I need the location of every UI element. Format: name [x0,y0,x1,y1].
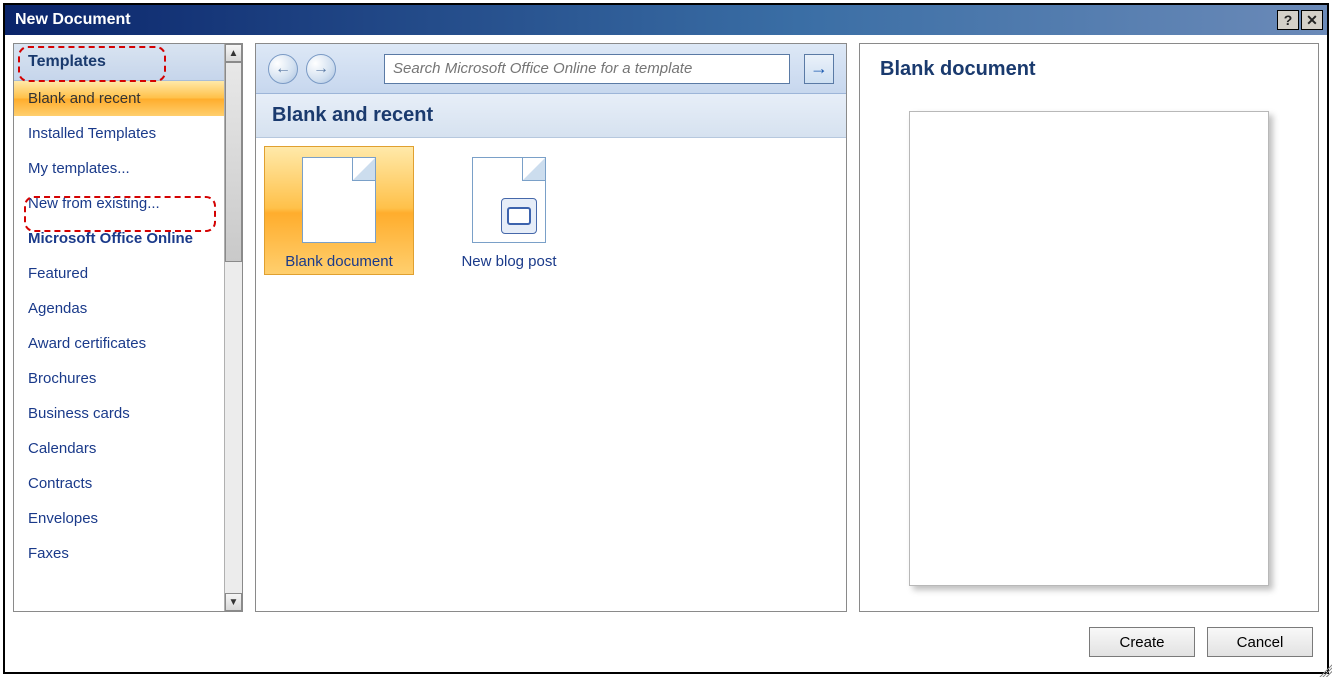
sidebar-item-business-cards[interactable]: Business cards [14,396,224,431]
templates-grid: Blank document New blog post [256,138,846,611]
dialog-body: Templates Blank and recent Installed Tem… [5,35,1327,672]
search-box [384,54,790,84]
scroll-down-button[interactable]: ▼ [225,593,242,611]
titlebar-buttons: ? ✕ [1275,10,1323,30]
dialog-footer: Create Cancel [13,620,1319,664]
sidebar-item-agendas[interactable]: Agendas [14,291,224,326]
sidebar-item-new-from-existing[interactable]: New from existing... [14,186,224,221]
preview-page [909,111,1269,586]
sidebar-item-calendars[interactable]: Calendars [14,431,224,466]
new-document-dialog: New Document ? ✕ Templates Blank and rec… [3,3,1329,674]
preview-panel: Blank document [859,43,1319,612]
search-go-button[interactable]: → [804,54,834,84]
upper-row: Templates Blank and recent Installed Tem… [13,43,1319,612]
forward-button[interactable]: → [306,54,336,84]
arrow-left-icon: ← [275,60,291,78]
cancel-button[interactable]: Cancel [1207,627,1313,657]
scroll-track[interactable] [225,262,242,593]
sidebar-header: Templates [14,44,224,81]
sidebar-item-envelopes[interactable]: Envelopes [14,501,224,536]
section-header: Blank and recent [256,94,846,138]
sidebar-section-microsoft-office-online[interactable]: Microsoft Office Online [14,221,224,256]
main-panel: ← → → Blank and recent Blank document [255,43,847,612]
back-button[interactable]: ← [268,54,298,84]
help-button[interactable]: ? [1277,10,1299,30]
sidebar: Templates Blank and recent Installed Tem… [13,43,243,612]
template-label: New blog post [439,253,579,270]
template-new-blog-post[interactable]: New blog post [434,146,584,275]
blank-document-icon [302,157,376,243]
window-title: New Document [15,11,131,29]
titlebar: New Document ? ✕ [5,5,1327,35]
toolbar: ← → → [256,44,846,94]
sidebar-item-brochures[interactable]: Brochures [14,361,224,396]
resize-grip[interactable] [1316,661,1332,677]
preview-title: Blank document [880,58,1298,81]
scroll-up-button[interactable]: ▲ [225,44,242,62]
sidebar-item-award-certificates[interactable]: Award certificates [14,326,224,361]
blog-badge-icon [501,198,537,234]
arrow-right-icon: → [313,60,329,78]
sidebar-item-faxes[interactable]: Faxes [14,536,224,571]
scroll-thumb[interactable] [225,62,242,262]
sidebar-item-installed-templates[interactable]: Installed Templates [14,116,224,151]
template-blank-document[interactable]: Blank document [264,146,414,275]
sidebar-item-blank-and-recent[interactable]: Blank and recent [14,81,224,116]
blog-document-icon [472,157,546,243]
create-button[interactable]: Create [1089,627,1195,657]
search-input[interactable] [385,55,789,83]
sidebar-item-contracts[interactable]: Contracts [14,466,224,501]
go-arrow-icon: → [810,58,828,79]
template-label: Blank document [269,253,409,270]
close-button[interactable]: ✕ [1301,10,1323,30]
sidebar-item-featured[interactable]: Featured [14,256,224,291]
sidebar-list: Templates Blank and recent Installed Tem… [14,44,224,611]
sidebar-scrollbar[interactable]: ▲ ▼ [224,44,242,611]
sidebar-item-my-templates[interactable]: My templates... [14,151,224,186]
